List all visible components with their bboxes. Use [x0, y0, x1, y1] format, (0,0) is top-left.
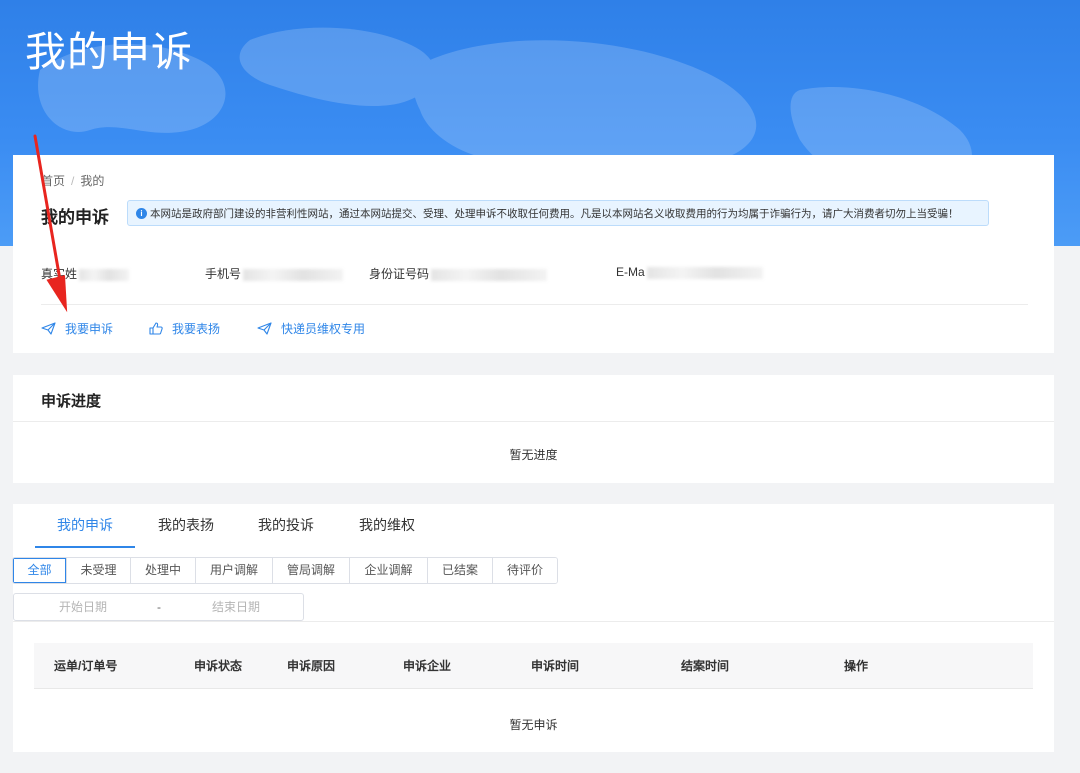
date-range-picker[interactable]: 开始日期 - 结束日期: [13, 593, 304, 621]
column-order-number: 运单/订单号: [54, 659, 118, 673]
notice-text: 本网站是政府部门建设的非营利性网站，通过本网站提交、受理、处理申诉不收取任何费用…: [150, 208, 959, 220]
profile-email: E-Ma: [616, 265, 763, 279]
filter-all[interactable]: 全部: [13, 558, 67, 583]
page-title: 我的申诉: [41, 208, 109, 227]
profile-name: 真实姓: [41, 265, 130, 282]
tab-my-rights[interactable]: 我的维权: [342, 504, 432, 548]
courier-rights-link-label: 快递员维权专用: [281, 322, 366, 336]
progress-empty-text: 暂无进度: [509, 448, 558, 462]
divider: [13, 421, 1054, 422]
redacted-value: [79, 268, 130, 281]
tab-my-complaints[interactable]: 我的申诉: [35, 504, 135, 548]
progress-title: 申诉进度: [41, 393, 102, 410]
paper-plane-icon: [41, 322, 56, 335]
profile-email-label: E-Ma: [616, 265, 645, 279]
progress-card: 申诉进度 暂无进度: [13, 375, 1054, 483]
table-header: 运单/订单号 申诉状态 申诉原因 申诉企业 申诉时间 结案时间 操作: [34, 643, 1033, 689]
thumbs-up-icon: [149, 322, 163, 335]
filter-pending-review[interactable]: 待评价: [493, 558, 557, 583]
filter-enterprise-mediation[interactable]: 企业调解: [350, 558, 428, 583]
filter-not-accepted[interactable]: 未受理: [67, 558, 131, 583]
date-range-separator: -: [157, 600, 161, 614]
filter-bureau-mediation[interactable]: 管局调解: [273, 558, 350, 583]
profile-card: 首页 / 我的 我的申诉 i 本网站是政府部门建设的非营利性网站，通过本网站提交、受…: [13, 155, 1054, 353]
divider: [13, 621, 1054, 622]
table-empty-text: 暂无申诉: [509, 718, 558, 732]
filter-closed[interactable]: 已结案: [428, 558, 493, 583]
info-icon: i: [136, 208, 147, 219]
hero-title: 我的申诉: [25, 29, 193, 75]
profile-id-label: 身份证号码: [369, 267, 430, 281]
breadcrumb-current: 我的: [80, 174, 105, 188]
praise-link[interactable]: 我要表扬: [149, 320, 220, 337]
complain-link[interactable]: 我要申诉: [41, 320, 113, 337]
redacted-value: [646, 266, 763, 279]
column-actions: 操作: [844, 659, 869, 673]
complain-link-label: 我要申诉: [65, 322, 114, 336]
paper-plane-icon: [257, 322, 272, 335]
column-time: 申诉时间: [531, 659, 580, 673]
profile-phone-label: 手机号: [205, 267, 242, 281]
profile-phone: 手机号: [205, 265, 344, 282]
breadcrumb-home[interactable]: 首页: [41, 174, 65, 188]
column-enterprise: 申诉企业: [403, 659, 452, 673]
status-filter-group: 全部 未受理 处理中 用户调解 管局调解 企业调解 已结案 待评价: [12, 557, 558, 584]
redacted-value: [243, 268, 344, 281]
breadcrumb-separator: /: [71, 174, 75, 188]
praise-link-label: 我要表扬: [172, 322, 221, 336]
breadcrumb: 首页 / 我的: [41, 172, 104, 189]
notice-banner: i 本网站是政府部门建设的非营利性网站，通过本网站提交、受理、处理申诉不收取任何…: [127, 200, 989, 226]
profile-name-label: 真实姓: [41, 267, 78, 281]
end-date-input[interactable]: 结束日期: [212, 594, 260, 620]
courier-rights-link[interactable]: 快递员维权专用: [257, 320, 365, 337]
filter-user-mediation[interactable]: 用户调解: [196, 558, 273, 583]
filter-processing[interactable]: 处理中: [131, 558, 196, 583]
divider: [41, 304, 1028, 305]
profile-id: 身份证号码: [369, 265, 548, 282]
column-reason: 申诉原因: [287, 659, 336, 673]
column-closed-time: 结案时间: [681, 659, 730, 673]
column-status: 申诉状态: [194, 659, 243, 673]
start-date-input[interactable]: 开始日期: [59, 594, 107, 620]
complaint-list-card: 我的申诉 我的表扬 我的投诉 我的维权 全部 未受理 处理中 用户调解 管局调解…: [12, 504, 1054, 752]
tab-my-reports[interactable]: 我的投诉: [241, 504, 331, 548]
redacted-value: [431, 268, 548, 281]
tab-my-praises[interactable]: 我的表扬: [141, 504, 231, 548]
